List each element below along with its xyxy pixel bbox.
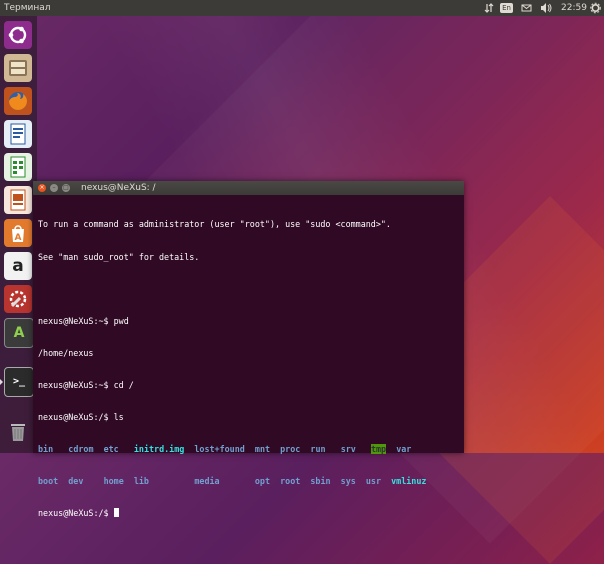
command-line: nexus@NeXuS:~$ cd /	[38, 380, 462, 391]
calc-button[interactable]	[4, 153, 32, 181]
svg-text:A: A	[15, 233, 22, 243]
ls-entry: root	[280, 476, 301, 487]
maximize-icon[interactable]: □	[62, 184, 70, 192]
ls-output-row: bin cdrom etc initrd.img lost+found mnt …	[38, 444, 462, 455]
libreoffice-impress-icon	[4, 189, 32, 218]
launcher: A a A >_	[0, 16, 37, 453]
motd-line: See "man sudo_root" for details.	[38, 251, 200, 262]
window-titlebar[interactable]: × – □ nexus@NeXuS: /	[33, 181, 464, 195]
network-updown-icon[interactable]	[484, 0, 494, 22]
ls-entry: media	[194, 476, 220, 487]
ls-entry: opt	[254, 476, 271, 487]
trash-icon	[4, 424, 32, 450]
output-line: /home/nexus	[38, 347, 94, 358]
firefox-icon	[4, 92, 32, 119]
files-button[interactable]	[4, 54, 32, 82]
prompt: nexus@NeXuS:/$	[38, 508, 114, 519]
ls-entry: boot	[38, 476, 59, 487]
trash-button[interactable]	[4, 418, 32, 446]
terminal-screen[interactable]: To run a command as administrator (user …	[38, 198, 462, 540]
amazon-icon: a	[12, 256, 24, 276]
prompt: nexus@NeXuS:~$	[38, 379, 114, 390]
system-settings-button[interactable]	[4, 285, 32, 313]
terminal-icon: >_	[12, 376, 26, 387]
file-cabinet-icon	[4, 60, 32, 86]
command-line: nexus@NeXuS:/$	[38, 508, 462, 519]
libreoffice-writer-icon	[4, 123, 32, 152]
impress-button[interactable]	[4, 186, 32, 214]
ls-output-row: boot dev home lib media opt root sbin sy…	[38, 476, 462, 487]
software-updater-button[interactable]: A	[4, 318, 34, 348]
dash-home-button[interactable]	[4, 21, 32, 49]
command-line: nexus@NeXuS:/$ ls	[38, 412, 462, 423]
amazon-button[interactable]: a	[4, 252, 32, 280]
terminal-button[interactable]: >_	[4, 367, 34, 397]
volume-icon[interactable]	[540, 0, 552, 22]
ls-entry: home	[103, 476, 124, 487]
clock[interactable]: 22:59	[561, 0, 587, 16]
ubuntu-software-icon: A	[4, 225, 32, 251]
firefox-button[interactable]	[4, 87, 32, 115]
command: cd /	[113, 379, 134, 390]
active-app-title: Терминал	[4, 3, 51, 13]
keyboard-layout-indicator[interactable]: En	[500, 3, 513, 13]
close-icon[interactable]: ×	[38, 184, 46, 192]
ubuntu-logo-icon	[4, 26, 32, 53]
motd-line: To run a command as administrator (user …	[38, 219, 391, 230]
ls-entry: lib	[133, 476, 149, 487]
prompt: nexus@NeXuS:~$	[38, 315, 114, 326]
terminal-window[interactable]: × – □ nexus@NeXuS: / To run a command as…	[33, 181, 464, 518]
ls-entry: usr	[365, 476, 382, 487]
command: pwd	[113, 315, 129, 326]
command: ls	[113, 411, 124, 422]
top-panel: Терминал En 22:59	[0, 0, 604, 16]
ls-entry: vmlinuz	[391, 476, 427, 487]
ls-entry: dev	[68, 476, 84, 487]
text-cursor	[113, 508, 119, 518]
updater-icon: A	[13, 325, 25, 341]
software-center-button[interactable]: A	[4, 219, 32, 247]
gear-icon[interactable]	[590, 0, 601, 22]
ls-entry: sys	[340, 476, 356, 487]
ls-entry: sbin	[310, 476, 331, 487]
minimize-icon[interactable]: –	[50, 184, 58, 192]
mail-icon[interactable]	[521, 0, 532, 22]
window-title: nexus@NeXuS: /	[81, 183, 156, 193]
writer-button[interactable]	[4, 120, 32, 148]
command-line: nexus@NeXuS:~$ pwd	[38, 316, 462, 327]
settings-icon	[4, 290, 32, 317]
prompt: nexus@NeXuS:/$	[38, 411, 114, 422]
libreoffice-calc-icon	[4, 156, 32, 185]
running-indicator	[0, 379, 3, 385]
